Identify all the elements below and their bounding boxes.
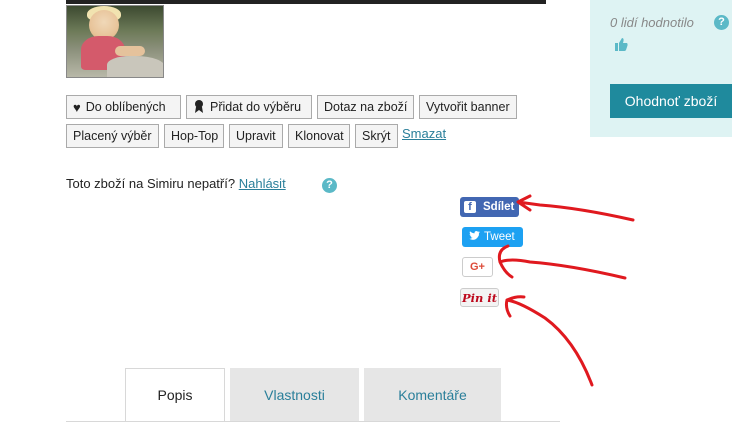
rating-panel: 0 lidí hodnotilo ? Ohodnoť zboží bbox=[590, 0, 732, 137]
annotation-arrow-facebook bbox=[516, 194, 635, 222]
hop-top-label: Hop-Top bbox=[171, 129, 219, 143]
paid-selection-label: Placený výběr bbox=[73, 129, 152, 143]
tab-vlastnosti-label: Vlastnosti bbox=[264, 387, 325, 403]
pinterest-button[interactable]: Pin it bbox=[460, 288, 499, 307]
hide-button[interactable]: Skrýt bbox=[355, 124, 398, 148]
rating-help-icon[interactable]: ? bbox=[714, 15, 729, 30]
create-banner-label: Vytvořit banner bbox=[426, 100, 510, 114]
tab-vlastnosti[interactable]: Vlastnosti bbox=[230, 368, 359, 422]
tabs-baseline bbox=[66, 421, 560, 422]
product-image-strip bbox=[66, 0, 546, 4]
clone-label: Klonovat bbox=[295, 129, 344, 143]
thumbs-up-icon bbox=[615, 38, 628, 55]
ask-question-button[interactable]: Dotaz na zboží bbox=[317, 95, 414, 119]
create-banner-button[interactable]: Vytvořit banner bbox=[419, 95, 517, 119]
award-icon bbox=[193, 99, 205, 115]
heart-icon: ♥ bbox=[73, 99, 81, 115]
delete-link[interactable]: Smazat bbox=[402, 126, 446, 141]
facebook-share-label: Sdílet bbox=[483, 201, 515, 213]
thumbnail-arm bbox=[115, 46, 145, 56]
product-thumbnail[interactable] bbox=[66, 5, 164, 78]
tab-popis[interactable]: Popis bbox=[125, 368, 225, 422]
edit-label: Upravit bbox=[236, 129, 276, 143]
clone-button[interactable]: Klonovat bbox=[288, 124, 350, 148]
add-to-selection-label: Přidat do výběru bbox=[210, 100, 302, 114]
edit-button[interactable]: Upravit bbox=[229, 124, 283, 148]
hide-label: Skrýt bbox=[362, 129, 391, 143]
rating-count-text: 0 lidí hodnotilo bbox=[610, 15, 694, 30]
tweet-button[interactable]: Tweet bbox=[462, 227, 523, 247]
favorite-button[interactable]: ♥ Do oblíbených bbox=[66, 95, 181, 119]
ask-question-label: Dotaz na zboží bbox=[324, 100, 408, 114]
paid-selection-button[interactable]: Placený výběr bbox=[66, 124, 159, 148]
annotation-arrow-pinterest bbox=[504, 295, 594, 387]
twitter-bird-icon bbox=[469, 231, 480, 243]
report-text: Toto zboží na Simiru nepatří? bbox=[66, 176, 236, 191]
facebook-icon: f bbox=[464, 201, 476, 213]
tweet-label: Tweet bbox=[484, 231, 515, 243]
rate-product-button[interactable]: Ohodnoť zboží bbox=[610, 84, 732, 118]
favorite-label: Do oblíbených bbox=[85, 100, 166, 114]
add-to-selection-button[interactable]: Přidat do výběru bbox=[186, 95, 312, 119]
report-row: Toto zboží na Simiru nepatří? Nahlásit ? bbox=[66, 176, 337, 193]
google-plus-button[interactable]: G+ bbox=[462, 257, 493, 277]
facebook-share-button[interactable]: f Sdílet bbox=[460, 197, 519, 217]
tab-popis-label: Popis bbox=[157, 387, 193, 403]
tab-komentare-label: Komentáře bbox=[398, 387, 467, 403]
hop-top-button[interactable]: Hop-Top bbox=[164, 124, 224, 148]
report-link[interactable]: Nahlásit bbox=[239, 176, 286, 191]
help-icon[interactable]: ? bbox=[322, 178, 337, 193]
tab-komentare[interactable]: Komentáře bbox=[364, 368, 501, 422]
thumbnail-rocks bbox=[107, 56, 163, 77]
annotation-arrow-google bbox=[497, 244, 627, 280]
